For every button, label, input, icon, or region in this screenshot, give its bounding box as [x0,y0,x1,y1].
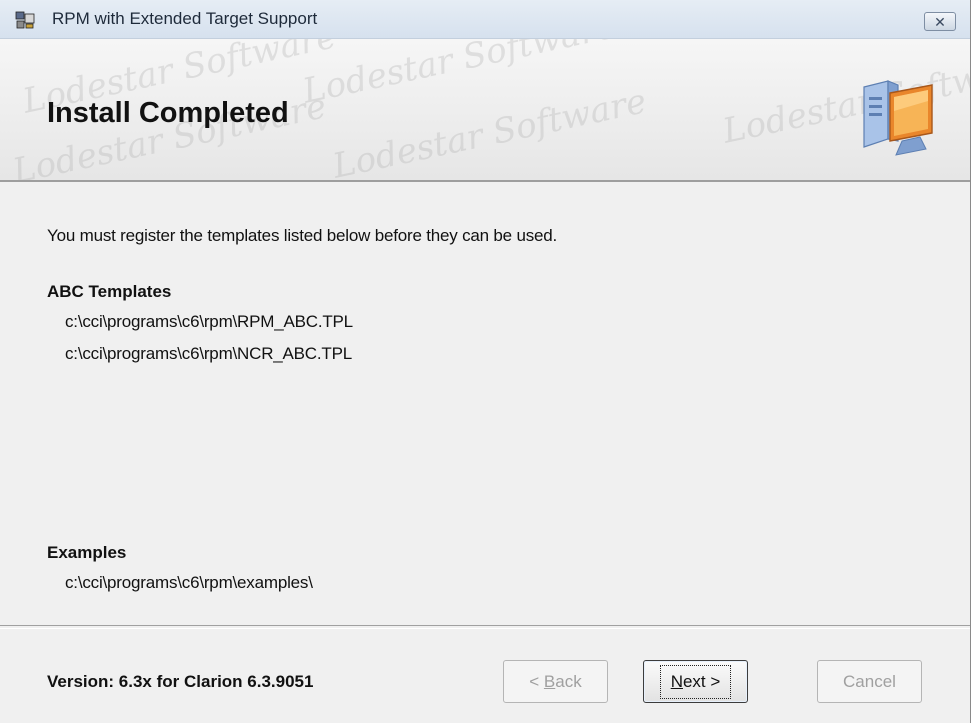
cancel-button-label: Cancel [843,671,896,691]
footer-divider [0,625,970,629]
version-label: Version: 6.3x for Clarion 6.3.9051 [47,672,314,691]
template-path: c:\cci\programs\c6\rpm\NCR_ABC.TPL [65,344,352,363]
window-title: RPM with Extended Target Support [52,9,318,28]
examples-heading: Examples [47,543,127,562]
next-button-label: Next > [659,664,732,699]
cancel-button[interactable]: Cancel [817,660,922,703]
template-path: c:\cci\programs\c6\rpm\RPM_ABC.TPL [65,312,353,331]
page-title: Install Completed [47,97,289,129]
close-button[interactable]: ✕ [924,12,956,31]
content-area: You must register the templates listed b… [0,182,970,624]
installer-app-icon [15,11,35,29]
close-icon: ✕ [934,13,946,30]
back-button[interactable]: < Back [503,660,608,703]
title-bar[interactable]: RPM with Extended Target Support ✕ [0,0,970,39]
installer-window: RPM with Extended Target Support ✕ Lodes… [0,0,971,723]
header-banner: Lodestar Software Lodestar Software Lode… [0,39,970,182]
next-button[interactable]: Next > [643,660,748,703]
back-button-label: < Back [529,671,582,691]
instruction-text: You must register the templates listed b… [47,226,558,245]
computer-icon [863,80,933,156]
examples-path: c:\cci\programs\c6\rpm\examples\ [65,573,313,592]
abc-templates-heading: ABC Templates [47,282,172,301]
